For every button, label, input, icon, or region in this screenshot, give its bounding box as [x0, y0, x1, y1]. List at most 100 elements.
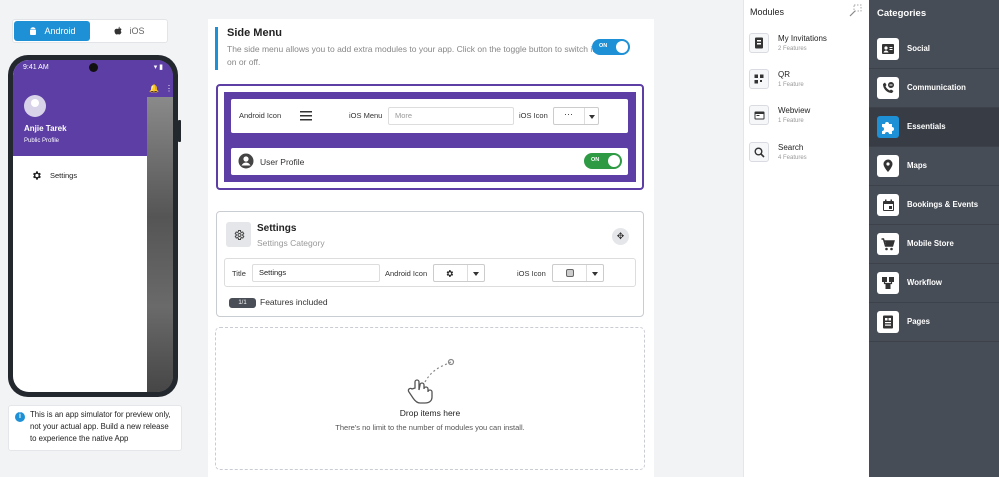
appbar-icons: 🔔 ⋮ — [149, 84, 173, 93]
module-dropzone[interactable]: Drop items here There's no limit to the … — [215, 327, 645, 470]
settings-fields-row: Title Settings Android Icon iOS Icon — [224, 258, 636, 287]
chevron-down-icon — [592, 272, 598, 276]
ios-more-icon: ··· — [564, 109, 573, 119]
category-workflow[interactable]: Workflow — [869, 264, 999, 302]
simulator-note: i This is an app simulator for preview o… — [8, 405, 182, 451]
title-label: Title — [232, 269, 246, 278]
toggle-knob — [608, 155, 620, 167]
chevron-down-icon — [589, 115, 595, 119]
module-item-webview[interactable]: Webview 1 Feature — [749, 105, 867, 135]
info-icon: i — [15, 412, 25, 422]
puzzle-icon — [877, 116, 899, 138]
simulator-note-text: This is an app simulator for preview onl… — [30, 410, 171, 443]
phone-side-button — [178, 120, 181, 142]
android-icon-label: Android Icon — [385, 269, 428, 278]
android-icon-select[interactable] — [433, 264, 485, 282]
status-time: 9:41 AM — [23, 63, 49, 71]
settings-module-icon — [226, 222, 251, 247]
category-label: Maps — [907, 161, 927, 170]
category-social[interactable]: Social — [869, 30, 999, 68]
user-profile-label: User Profile — [260, 157, 305, 167]
side-menu-config-inner: Android Icon iOS Menu More iOS Icon ··· … — [224, 92, 636, 182]
apple-icon — [114, 26, 122, 35]
drawer-item-label: Settings — [50, 171, 78, 180]
modules-title: Modules — [750, 7, 785, 17]
ios-menu-input[interactable]: More — [388, 107, 514, 125]
modules-panel: Modules My Invitations 2 Features QR 1 F… — [743, 0, 870, 477]
workflow-icon — [877, 272, 899, 294]
category-pages[interactable]: Pages — [869, 303, 999, 341]
category-label: Workflow — [907, 278, 942, 287]
features-badge: 1/1 — [229, 298, 256, 308]
drawer-item-settings[interactable]: Settings — [31, 170, 77, 181]
category-mobile-store[interactable]: Mobile Store — [869, 225, 999, 263]
communication-icon — [877, 77, 899, 99]
category-label: Mobile Store — [907, 239, 954, 248]
avatar[interactable] — [24, 95, 46, 117]
map-pin-icon — [877, 155, 899, 177]
settings-module-card: Settings Settings Category ✥ Title Setti… — [216, 211, 644, 317]
select-divider — [586, 265, 587, 281]
module-item-my-invitations[interactable]: My Invitations 2 Features — [749, 33, 867, 63]
module-count: 2 Features — [778, 46, 807, 52]
drawer-user-name: Anjie Tarek — [24, 124, 67, 133]
dropzone-title: Drop items here — [399, 408, 461, 418]
side-drawer: Anjie Tarek Public Profile Settings — [13, 60, 147, 392]
user-profile-row: User Profile ON — [231, 148, 628, 175]
user-profile-icon — [238, 153, 254, 169]
dropzone-description: There's no limit to the number of module… — [335, 423, 525, 432]
tab-ios[interactable]: iOS — [91, 20, 167, 42]
gear-icon — [33, 171, 41, 180]
menu-icons-row: Android Icon iOS Menu More iOS Icon ··· — [231, 99, 628, 133]
phone-preview: 9:41 AM ▾ ▮ 🔔 ⋮ Anjie Tarek Public Profi… — [8, 55, 181, 397]
module-item-qr[interactable]: QR 1 Feature — [749, 69, 867, 99]
title-input[interactable]: Settings — [252, 264, 380, 282]
settings-module-title: Settings — [257, 223, 297, 234]
module-name: Webview — [778, 106, 811, 115]
toggle-label: ON — [591, 157, 600, 163]
side-menu-toggle[interactable]: ON — [592, 39, 630, 55]
webview-icon — [749, 105, 769, 125]
category-maps[interactable]: Maps — [869, 147, 999, 185]
toggle-knob — [616, 41, 628, 53]
side-menu-title: Side Menu — [227, 27, 283, 39]
categories-title: Categories — [877, 8, 927, 19]
category-label: Essentials — [907, 122, 946, 131]
bell-icon[interactable]: 🔔 — [149, 84, 159, 93]
side-menu-config: Android Icon iOS Menu More iOS Icon ··· … — [216, 84, 644, 190]
select-divider — [584, 108, 585, 124]
chevron-down-icon — [473, 272, 479, 276]
tab-android[interactable]: Android — [14, 21, 90, 41]
drawer-public-profile[interactable]: Public Profile — [24, 138, 59, 144]
module-count: 4 Features — [778, 155, 807, 161]
category-communication[interactable]: Communication — [869, 69, 999, 107]
status-icons: ▾ ▮ — [153, 64, 163, 71]
module-name: My Invitations — [778, 34, 827, 43]
ios-icon-select[interactable] — [552, 264, 604, 282]
category-label: Communication — [907, 83, 966, 92]
user-profile-toggle[interactable]: ON — [584, 153, 622, 169]
category-divider — [869, 341, 999, 342]
category-essentials[interactable]: Essentials — [869, 108, 999, 146]
hamburger-menu-icon[interactable] — [299, 110, 313, 122]
more-vertical-icon[interactable]: ⋮ — [165, 84, 173, 93]
gear-icon — [446, 270, 454, 277]
cart-icon — [877, 233, 899, 255]
side-menu-header: Side Menu The side menu allows you to ad… — [215, 27, 635, 70]
android-icon-label: Android Icon — [239, 111, 282, 120]
drag-hand-icon — [407, 358, 455, 404]
toggle-label: ON — [599, 43, 608, 49]
move-handle-icon[interactable]: ✥ — [612, 228, 629, 245]
category-bookings-events[interactable]: Bookings & Events — [869, 186, 999, 224]
drag-modules-icon — [849, 4, 862, 17]
drawer-header: Anjie Tarek Public Profile — [13, 60, 147, 156]
ios-icon-select[interactable]: ··· — [553, 107, 599, 125]
calendar-icon — [877, 194, 899, 216]
ios-icon-label: iOS Icon — [517, 269, 546, 278]
select-divider — [467, 265, 468, 281]
side-menu-description: The side menu allows you to add extra mo… — [227, 44, 595, 67]
module-item-search[interactable]: Search 4 Features — [749, 142, 867, 172]
module-count: 1 Feature — [778, 118, 804, 124]
module-name: Search — [778, 143, 804, 152]
category-label: Pages — [907, 317, 930, 326]
